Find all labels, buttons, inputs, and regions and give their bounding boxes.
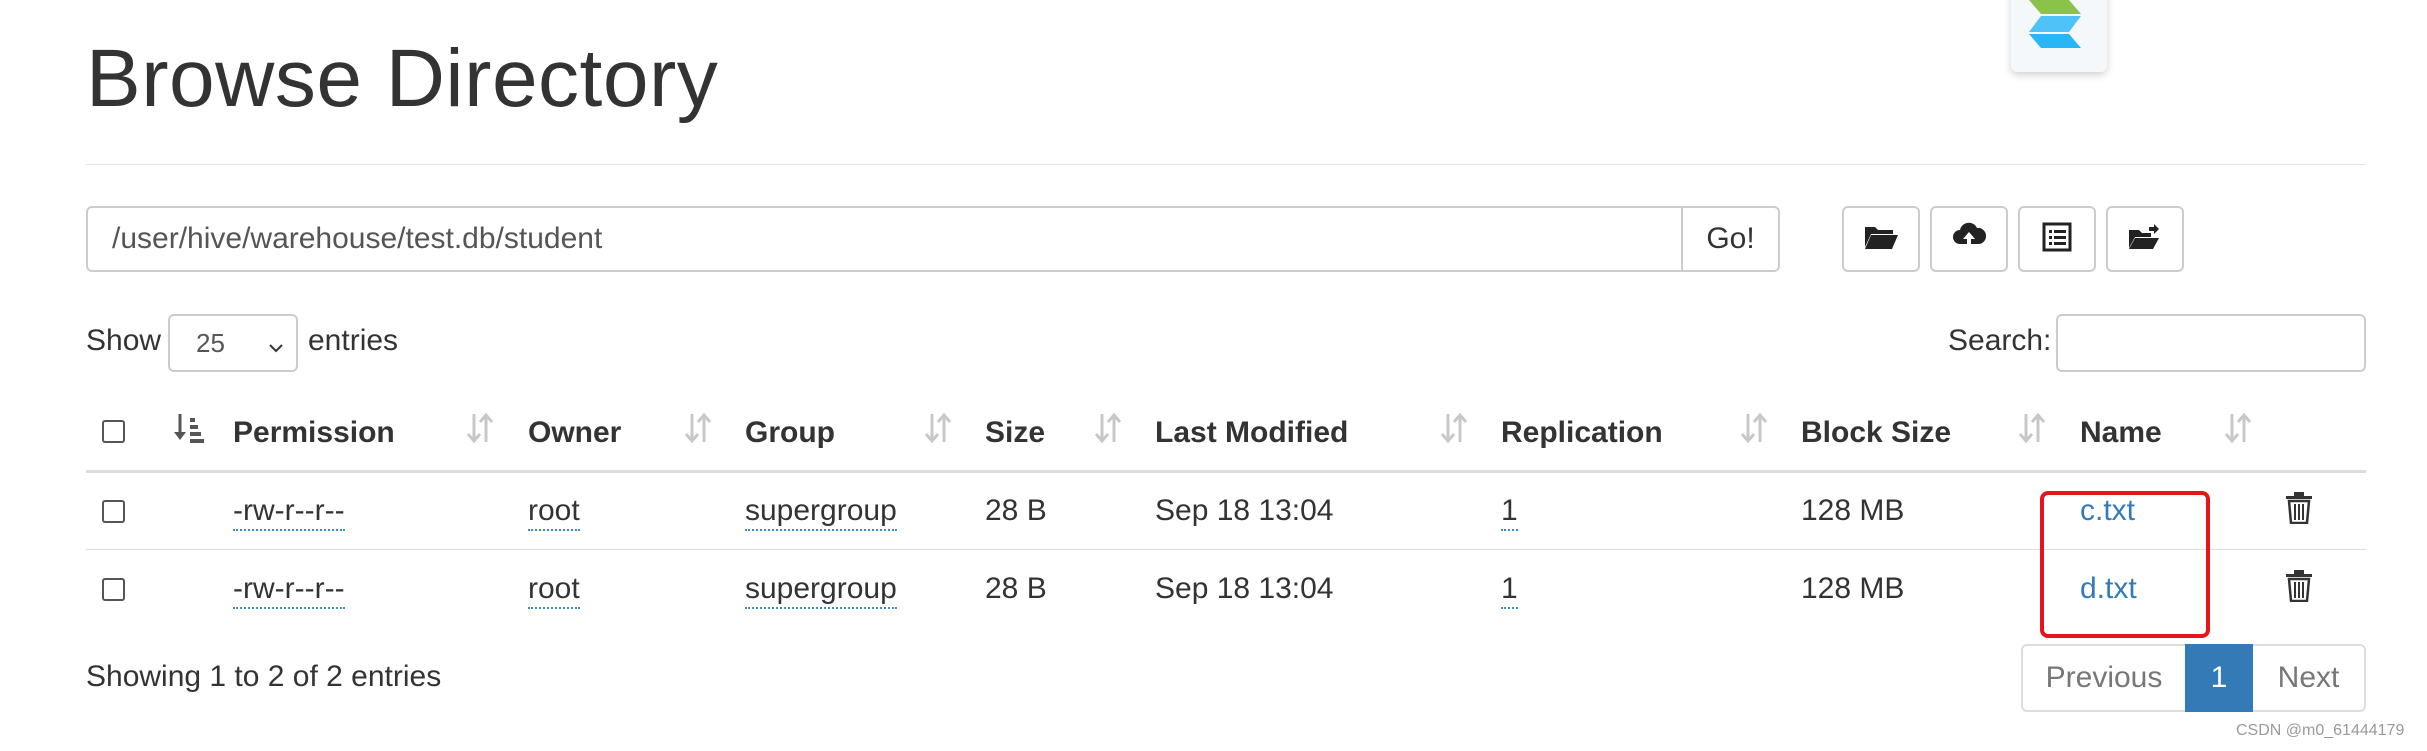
- column-header-group[interactable]: Group: [745, 416, 835, 450]
- list-icon: [2042, 222, 2072, 257]
- row-divider: [86, 549, 2366, 550]
- row-checkbox[interactable]: [102, 578, 125, 601]
- cell-last-modified: Sep 18 13:04: [1155, 572, 1334, 605]
- cloud-upload-icon: [1951, 222, 1987, 257]
- go-button[interactable]: Go!: [1683, 206, 1780, 272]
- app-logo: [2011, 0, 2107, 72]
- folder-move-icon: [2127, 222, 2163, 257]
- sort-icon[interactable]: [684, 412, 712, 449]
- cell-permission[interactable]: -rw-r--r--: [233, 494, 345, 531]
- trash-icon[interactable]: [2285, 492, 2313, 529]
- watermark: CSDN @m0_61444179: [2236, 722, 2405, 739]
- sort-icon[interactable]: [1440, 412, 1468, 449]
- search-input[interactable]: [2056, 314, 2366, 372]
- cell-group[interactable]: supergroup: [745, 572, 897, 609]
- cell-owner[interactable]: root: [528, 494, 580, 531]
- sort-active-icon[interactable]: [172, 412, 204, 451]
- column-header-replication[interactable]: Replication: [1501, 416, 1663, 450]
- select-all-checkbox[interactable]: [102, 420, 125, 443]
- table-header-divider: [86, 470, 2366, 473]
- title-divider: [86, 164, 2366, 165]
- highlight-box: [2040, 491, 2210, 638]
- entries-label: entries: [308, 324, 399, 357]
- trash-icon[interactable]: [2285, 570, 2313, 607]
- sort-icon[interactable]: [466, 412, 494, 449]
- folder-open-icon: [1863, 223, 1899, 256]
- cell-group[interactable]: supergroup: [745, 494, 897, 531]
- pagination-previous[interactable]: Previous: [2021, 644, 2185, 712]
- table-info: Showing 1 to 2 of 2 entries: [86, 660, 442, 693]
- cell-size: 28 B: [985, 572, 1047, 605]
- page-length-select[interactable]: 25: [168, 314, 298, 372]
- page-title: Browse Directory: [86, 33, 719, 124]
- row-checkbox[interactable]: [102, 500, 125, 523]
- pagination-next[interactable]: Next: [2253, 644, 2366, 712]
- column-header-block-size[interactable]: Block Size: [1801, 416, 1951, 450]
- cell-block-size: 128 MB: [1801, 572, 1905, 605]
- cell-block-size: 128 MB: [1801, 494, 1905, 527]
- column-header-name[interactable]: Name: [2080, 416, 2162, 450]
- sort-icon[interactable]: [1094, 412, 1122, 449]
- cell-permission[interactable]: -rw-r--r--: [233, 572, 345, 609]
- column-header-last-modified[interactable]: Last Modified: [1155, 416, 1348, 450]
- move-folder-button[interactable]: [2106, 206, 2184, 272]
- column-header-size[interactable]: Size: [985, 416, 1045, 450]
- sort-icon[interactable]: [924, 412, 952, 449]
- create-directory-button[interactable]: [1842, 206, 1920, 272]
- sort-icon[interactable]: [1740, 412, 1768, 449]
- cell-owner[interactable]: root: [528, 572, 580, 609]
- cell-size: 28 B: [985, 494, 1047, 527]
- cut-paste-button[interactable]: [2018, 206, 2096, 272]
- search-label: Search:: [1948, 324, 2052, 357]
- column-header-owner[interactable]: Owner: [528, 416, 621, 450]
- upload-files-button[interactable]: [1930, 206, 2008, 272]
- cell-last-modified: Sep 18 13:04: [1155, 494, 1334, 527]
- page-length-value: 25: [196, 327, 225, 358]
- show-label: Show: [86, 324, 162, 357]
- sort-icon[interactable]: [2224, 412, 2252, 449]
- cell-replication[interactable]: 1: [1501, 572, 1518, 609]
- sort-icon[interactable]: [2018, 412, 2046, 449]
- cell-replication[interactable]: 1: [1501, 494, 1518, 531]
- column-header-permission[interactable]: Permission: [233, 416, 395, 450]
- chevron-down-icon: [266, 334, 286, 365]
- directory-path-input[interactable]: [86, 206, 1683, 272]
- pagination-page-1[interactable]: 1: [2185, 644, 2253, 712]
